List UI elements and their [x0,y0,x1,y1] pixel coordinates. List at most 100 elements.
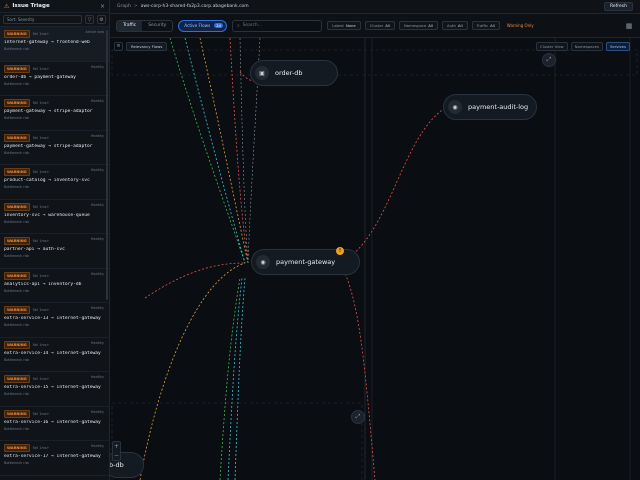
issue-route: product-catalog → inventory-svc [4,178,90,183]
node-payment-audit-log[interactable]: ◉ payment-audit-log [443,94,538,120]
filter-label: Auth [447,23,456,28]
issue-status: Healthy [90,409,104,414]
issue-list-item[interactable]: WARNING Fail 1ms+ Healthy payment-gateway →… [0,131,109,165]
expand-icon[interactable]: ⤢ [542,53,556,67]
fail-metric: Fail 1ms+ [32,66,50,71]
zoom-in-button[interactable]: + [113,442,120,451]
database-icon: ▣ [255,66,269,80]
issue-route: extra-service-15 → internet-gateway [4,385,101,390]
filter-icon[interactable]: ▽ [85,15,94,24]
severity-badge: WARNING [4,237,30,245]
warning-only-toggle[interactable]: Warning Only [507,23,534,28]
severity-badge: WARNING [4,64,30,73]
severity-badge: WARNING [4,99,30,107]
issue-header: WARNING Fail 1ms+ [4,202,105,211]
breadcrumb-root[interactable]: Graph [117,4,131,9]
grid-icon[interactable]: ▦ [624,21,634,31]
issue-list: WARNING Fail 1ms+ Active now internet-gatew… [0,27,109,476]
sidebar-header: ⚠ Issue Triage × [0,0,109,13]
issue-list-item[interactable]: WARNING Fail 1ms+ Healthy extra-service-14 … [0,338,109,372]
issue-header: WARNING Fail 1ms+ [4,237,105,245]
severity-badge: WARNING [4,444,30,452]
issue-status: Healthy [90,202,104,207]
graph-canvas[interactable]: ≡ Relevancy Flows Cluster View Namespace… [110,38,640,480]
severity-badge: WARNING [4,202,30,211]
breadcrumb-separator: > [133,4,138,9]
layers-icon[interactable]: ≡ [114,41,123,51]
fail-metric: Fail 1ms+ [32,135,50,140]
severity-badge: WARNING [4,133,30,142]
zoom-out-button[interactable]: − [113,451,120,460]
close-icon[interactable]: × [100,3,105,10]
issue-list-item[interactable]: WARNING Fail 1ms+ Healthy extra-service-13 … [0,303,109,338]
filter-cluster[interactable]: Cluster All [364,21,395,30]
issue-list-item[interactable]: WARNING Fail 1ms+ Healthy analytics-api → i… [0,269,109,303]
filter-traffic[interactable]: Traffic All [471,21,500,30]
edge-layer [111,38,638,480]
expand-group-icon[interactable]: ⤢ [351,410,365,424]
issue-triage-sidebar: ⚠ Issue Triage × Sort: Severity ▽ ⚙ WARN… [0,0,110,480]
issue-list-item[interactable]: WARNING Fail 1ms+ Healthy extra-service-16 … [0,407,109,441]
fail-metric: Fail 1ms+ [32,273,50,278]
node-label: b-db [110,461,124,469]
issue-header: WARNING Fail 1ms+ [4,271,105,280]
service-icon: ◉ [448,100,462,114]
filter-latest[interactable]: Latest None [327,21,361,30]
search-placeholder: Search... [242,23,262,28]
issue-list-item[interactable]: WARNING Fail 1ms+ Healthy order-db → paymen… [0,62,109,96]
sidebar-scrollbar[interactable] [106,30,108,300]
issue-route: partner-api → auth-svc [4,247,65,252]
issue-detail: Bottleneck risk [4,461,30,465]
sort-select[interactable]: Sort: Severity [3,15,82,24]
issue-header: WARNING Fail 1ms+ [4,168,105,176]
issue-status: Healthy [90,271,104,276]
tab-security[interactable]: Security [142,21,172,31]
filter-label: Namespace [403,23,427,28]
filter-value: None [345,23,356,28]
settings-icon[interactable]: ⚙ [97,15,106,24]
search-input[interactable]: ⌕ Search... [232,19,323,32]
node-order-db[interactable]: ▣ order-db [250,60,338,86]
node-alert-badge[interactable]: ! [336,247,344,255]
issue-detail: Bottleneck risk [4,47,30,51]
service-icon: ◉ [256,255,270,269]
filter-value: All [457,23,463,28]
filter-namespace[interactable]: Namespace All [398,21,439,30]
issue-detail: Bottleneck risk [4,357,30,362]
active-flows-toggle[interactable]: Active Flows 24 [178,19,228,32]
node-label: order-db [275,69,303,77]
issue-list-item[interactable]: WARNING Fail 1ms+ Healthy payment-gateway →… [0,96,109,131]
issue-detail: Bottleneck risk [4,185,30,189]
view-switcher: Cluster View Namespaces Services [535,42,630,51]
issue-route: payment-gateway → stripe-adaptor [4,109,93,114]
cluster-view-button[interactable]: Cluster View [535,42,568,51]
refresh-button[interactable]: Refresh [604,2,633,11]
tab-traffic[interactable]: Traffic [117,20,143,31]
issue-list-item[interactable]: WARNING Fail 1ms+ Healthy partner-api → aut… [0,234,109,269]
issue-list-item[interactable]: WARNING Fail 1ms+ Active now internet-gatew… [0,27,109,62]
issue-detail: Bottleneck risk [4,254,30,258]
active-flows-count: 24 [214,23,224,28]
relevancy-flows-label[interactable]: Relevancy Flows [126,41,168,51]
fail-metric: Fail 1ms+ [32,446,50,450]
issue-route: extra-service-14 → internet-gateway [4,350,101,356]
filter-value: All [490,23,495,28]
issue-list-item[interactable]: WARNING Fail 1ms+ Healthy product-catalog →… [0,165,109,200]
issue-list-item[interactable]: WARNING Fail 1ms+ Healthy extra-service-15 … [0,372,109,407]
issue-header: WARNING Fail 1ms+ [4,340,105,349]
fail-metric: Fail 1ms+ [32,101,50,105]
filter-group: Latest None Cluster All Namespace All Auth A… [327,20,500,32]
active-flows-label: Active Flows [184,23,211,28]
severity-badge: WARNING [4,168,30,176]
issue-detail: Bottleneck risk [4,323,30,327]
node-payment-gateway[interactable]: ◉ payment-gateway [251,249,361,275]
issue-list-item[interactable]: WARNING Fail 1ms+ Healthy extra-service-17 … [0,441,109,476]
filter-auth[interactable]: Auth All [442,21,468,30]
namespaces-view-button[interactable]: Namespaces [570,42,603,51]
warning-icon: ⚠ [4,2,10,10]
issue-status: Healthy [90,444,104,448]
issue-detail: Bottleneck risk [4,81,30,86]
issue-route: payment-gateway → stripe-adaptor [4,143,93,149]
issue-list-item[interactable]: WARNING Fail 1ms+ Healthy inventory-svc → w… [0,200,109,234]
services-view-button[interactable]: Services [605,42,630,51]
